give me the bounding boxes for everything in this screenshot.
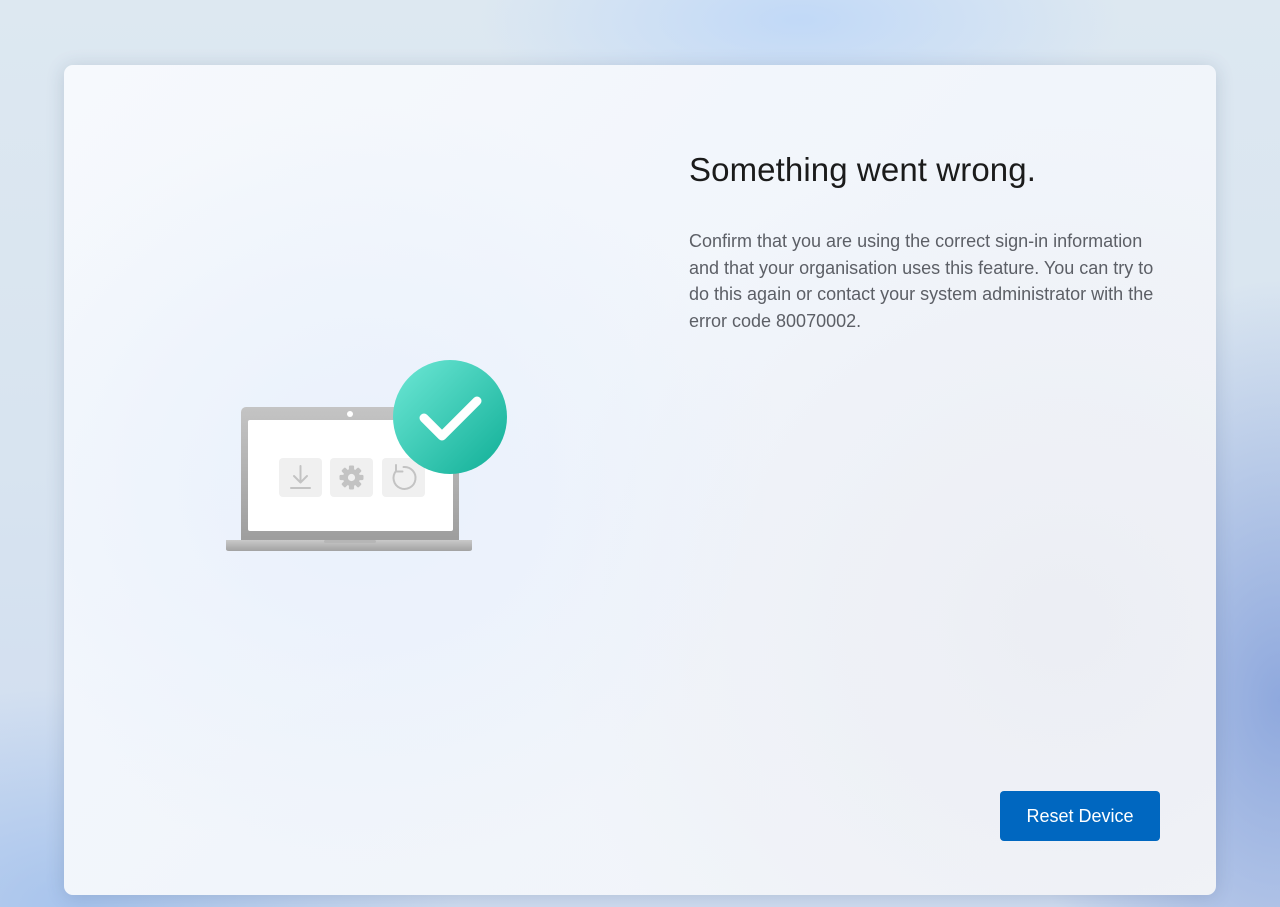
page-title: Something went wrong. bbox=[689, 151, 1036, 188]
download-icon bbox=[279, 458, 322, 497]
laptop-illustration bbox=[224, 358, 514, 558]
gear-icon bbox=[330, 458, 373, 497]
reset-device-button[interactable]: Reset Device bbox=[1000, 791, 1160, 841]
oobe-dialog-card: Something went wrong. Confirm that you a… bbox=[64, 65, 1216, 895]
error-description: Confirm that you are using the correct s… bbox=[689, 231, 1154, 331]
laptop-success-graphic bbox=[226, 360, 507, 551]
checkmark-icon bbox=[393, 360, 507, 474]
